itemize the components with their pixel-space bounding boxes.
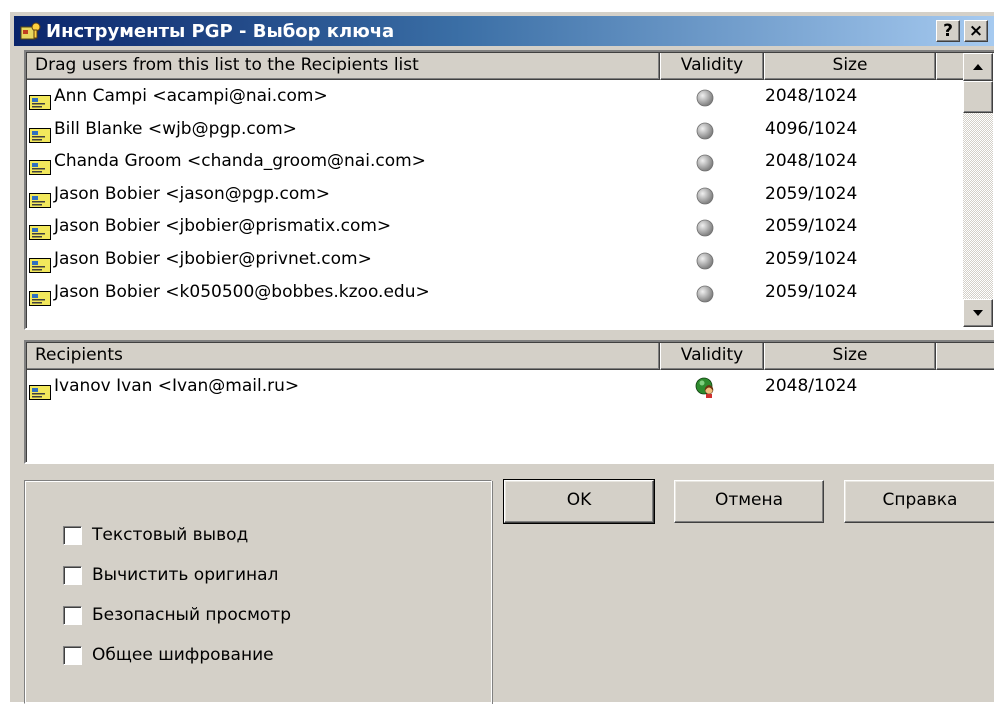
validity-dot-icon: [695, 250, 715, 270]
options-group: Текстовый вывод Вычистить оригинал Безоп…: [24, 480, 492, 704]
validity-dot-icon: [695, 217, 715, 237]
scroll-thumb[interactable]: [963, 81, 993, 113]
key-icon: [29, 89, 51, 110]
key-selection-dialog: Инструменты PGP - Выбор ключа ? × Drag u…: [8, 10, 994, 704]
column-header-recipients[interactable]: Recipients: [26, 342, 660, 370]
validity-dot-icon: [695, 87, 715, 107]
key-list-row[interactable]: Jason Bobier <jason@pgp.com> 2059/1024: [27, 178, 967, 211]
ok-button[interactable]: OK: [503, 479, 655, 524]
key-user-name: Jason Bobier <k050500@bobbes.kzoo.edu>: [54, 281, 430, 302]
key-user-name: Jason Bobier <jason@pgp.com>: [54, 183, 331, 204]
key-size: 2059/1024: [765, 183, 858, 204]
arrow-up-icon: [973, 64, 983, 70]
checkbox-label: Вычистить оригинал: [92, 565, 279, 585]
checkbox-label: Текстовый вывод: [92, 525, 249, 545]
key-icon: [29, 219, 51, 241]
checkbox[interactable]: [63, 605, 82, 625]
key-icon: [29, 285, 51, 306]
checkbox-label: Безопасный просмотр: [92, 605, 292, 625]
checkbox-conventional-encryption[interactable]: Общее шифрование: [63, 643, 274, 667]
key-user-name: Jason Bobier <jbobier@prismatix.com>: [54, 216, 392, 237]
key-list-row[interactable]: Ann Campi <acampi@nai.com> 2048/1024: [27, 80, 967, 113]
scroll-up-button[interactable]: [963, 53, 993, 81]
key-user-name: Ivanov Ivan <Ivan@mail.ru>: [54, 376, 300, 396]
column-header-size[interactable]: Size: [764, 52, 936, 80]
key-list[interactable]: Drag users from this list to the Recipie…: [24, 50, 994, 330]
checkbox-label: Общее шифрование: [92, 645, 274, 665]
checkbox[interactable]: [63, 565, 82, 585]
recipient-row[interactable]: Ivanov Ivan <Ivan@mail.ru> 2048/1024: [27, 370, 967, 403]
help-button[interactable]: Справка: [844, 480, 994, 523]
column-header-validity[interactable]: Validity: [660, 342, 764, 370]
key-icon: [29, 252, 51, 273]
key-list-row[interactable]: Bill Blanke <wjb@pgp.com> 4096/1024: [27, 113, 967, 146]
key-icon: [29, 187, 51, 208]
key-size: 2048/1024: [765, 376, 858, 396]
validity-dot-icon: [695, 152, 715, 172]
column-header-filler: [936, 52, 966, 80]
checkbox-text-output[interactable]: Текстовый вывод: [63, 523, 248, 547]
key-size: 2048/1024: [765, 86, 858, 106]
key-size: 2059/1024: [765, 216, 858, 237]
recipients-list[interactable]: Recipients Validity Size Ivanov Ivan <Iv…: [24, 340, 994, 464]
column-header-validity[interactable]: Validity: [660, 52, 764, 80]
window-title: Инструменты PGP - Выбор ключа: [46, 20, 395, 42]
key-list-row[interactable]: Jason Bobier <jbobier@prismatix.com> 2059…: [27, 210, 967, 243]
scroll-down-button[interactable]: [963, 299, 993, 327]
key-icon: [29, 122, 51, 143]
key-icon: [29, 154, 51, 176]
key-user-name: Ann Campi <acampi@nai.com>: [54, 86, 328, 106]
validity-valid-icon: [695, 377, 715, 398]
close-button[interactable]: ×: [964, 20, 988, 42]
column-header-size[interactable]: Size: [764, 342, 936, 370]
column-header-filler: [936, 342, 994, 370]
checkbox[interactable]: [63, 525, 82, 545]
key-user-name: Chanda Groom <chanda_groom@nai.com>: [54, 151, 426, 172]
key-list-row[interactable]: Jason Bobier <jbobier@privnet.com> 2059/1…: [27, 243, 967, 276]
pgp-keys-icon: [20, 21, 42, 41]
checkbox-secure-viewer[interactable]: Безопасный просмотр: [63, 603, 291, 627]
cancel-button[interactable]: Отмена: [674, 480, 824, 523]
validity-dot-icon: [695, 185, 715, 205]
help-caption-button[interactable]: ?: [936, 20, 960, 42]
key-size: 2048/1024: [765, 151, 858, 172]
key-user-name: Jason Bobier <jbobier@privnet.com>: [54, 249, 372, 269]
key-list-row[interactable]: Jason Bobier <k050500@bobbes.kzoo.edu> 20…: [27, 276, 967, 309]
arrow-down-icon: [973, 310, 983, 316]
key-user-name: Bill Blanke <wjb@pgp.com>: [54, 118, 297, 139]
vertical-scrollbar[interactable]: [963, 53, 993, 327]
title-bar[interactable]: Инструменты PGP - Выбор ключа ? ×: [14, 16, 994, 46]
key-list-row[interactable]: Chanda Groom <chanda_groom@nai.com> 2048/…: [27, 145, 967, 178]
column-header-name[interactable]: Drag users from this list to the Recipie…: [26, 52, 660, 80]
validity-dot-icon: [695, 120, 715, 140]
key-size: 4096/1024: [765, 118, 858, 139]
checkbox[interactable]: [63, 645, 82, 665]
key-icon: [29, 379, 51, 400]
checkbox-wipe-original[interactable]: Вычистить оригинал: [63, 563, 278, 587]
validity-dot-icon: [695, 283, 715, 303]
key-size: 2059/1024: [765, 281, 858, 302]
key-size: 2059/1024: [765, 249, 858, 269]
